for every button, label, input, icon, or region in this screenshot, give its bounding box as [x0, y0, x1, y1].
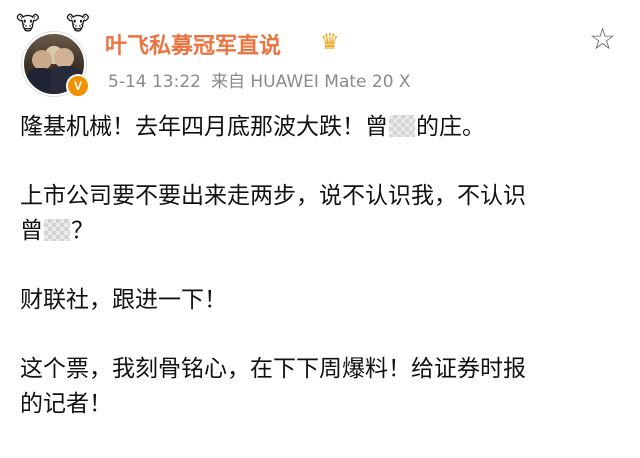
paragraph-text: 隆基机械！去年四月底那波大跌！曾 — [20, 114, 388, 140]
paragraph-2: 上市公司要不要出来走两步，说不认识我，不认识曾 ？ — [20, 179, 620, 249]
paragraph-text: 这个票，我刻骨铭心，在下下周爆料！给证券时报 — [20, 356, 526, 382]
avatar-container[interactable]: 🐮 🐮 V — [16, 11, 90, 98]
crown-icon: ♛ — [320, 30, 340, 55]
paragraph-text: 的庄。 — [416, 114, 485, 140]
redacted-mosaic — [389, 115, 415, 137]
paragraph-text: 曾 — [20, 218, 43, 244]
post-timestamp[interactable]: 5-14 13:22 — [108, 72, 201, 92]
verified-badge: V — [66, 74, 90, 98]
paragraph-text: 的记者！ — [20, 391, 112, 417]
post-content: 隆基机械！去年四月底那波大跌！曾 的庄。 上市公司要不要出来走两步，说不认识我，不… — [20, 110, 620, 456]
author-name[interactable]: 叶飞私募冠军直说 — [105, 28, 281, 60]
post-source: 来自 HUAWEI Mate 20 X — [210, 72, 411, 92]
paragraph-text: 上市公司要不要出来走两步，说不认识我，不认识 — [20, 183, 526, 209]
paragraph-text: ？ — [71, 218, 94, 244]
paragraph-3: 财联社，跟进一下！ — [20, 287, 227, 313]
ox-icon: 🐮 — [16, 11, 40, 35]
star-outline-icon[interactable]: ☆ — [589, 25, 616, 55]
post-meta: 5-14 13:22 来自 HUAWEI Mate 20 X — [108, 67, 411, 92]
paragraph-4: 这个票，我刻骨铭心，在下下周爆料！给证券时报 的记者！ — [20, 352, 620, 422]
paragraph-1: 隆基机械！去年四月底那波大跌！曾 的庄。 — [20, 110, 620, 145]
redacted-mosaic — [44, 219, 70, 241]
ox-icon: 🐮 — [66, 11, 90, 35]
